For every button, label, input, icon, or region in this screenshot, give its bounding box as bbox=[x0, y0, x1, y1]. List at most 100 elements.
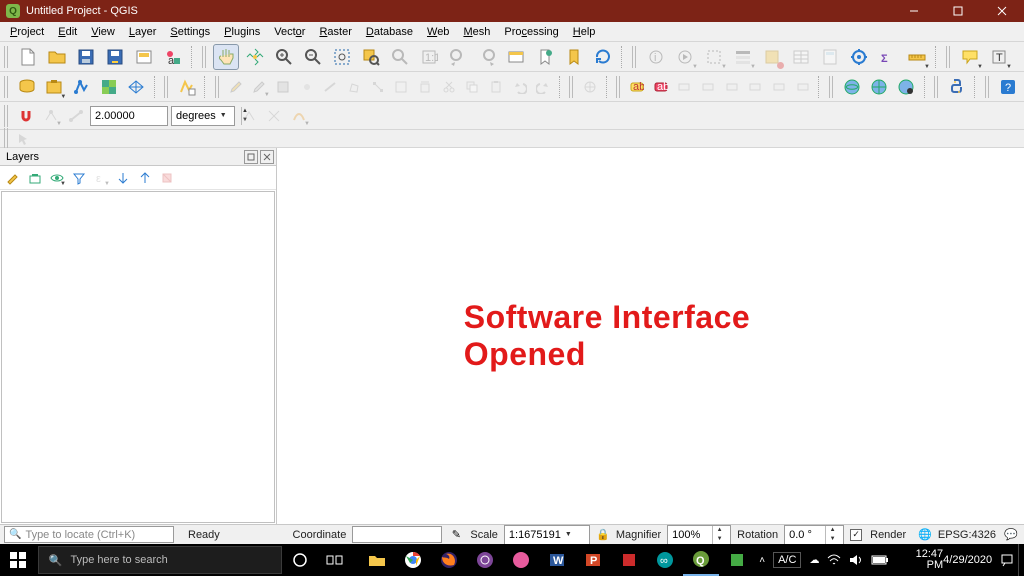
map-tips-button[interactable]: ▼ bbox=[957, 44, 983, 70]
snap-segment-button[interactable] bbox=[65, 105, 87, 127]
toolbar-handle[interactable] bbox=[569, 76, 575, 98]
app-powerpoint[interactable]: P bbox=[575, 544, 611, 576]
python-console-button[interactable] bbox=[945, 74, 969, 100]
enable-tracing-button[interactable]: ▼ bbox=[288, 105, 310, 127]
toolbar-handle[interactable] bbox=[4, 46, 10, 68]
cut-features-button[interactable] bbox=[438, 76, 459, 98]
new-geopackage-button[interactable]: ▼ bbox=[42, 74, 66, 100]
rotate-label-button[interactable] bbox=[769, 76, 790, 98]
redo-button[interactable] bbox=[533, 76, 554, 98]
highlight-pinlabels-button[interactable] bbox=[674, 76, 695, 98]
plugin-manage-button[interactable] bbox=[839, 74, 863, 100]
layer-styling-button[interactable] bbox=[4, 169, 22, 187]
add-polygon-button[interactable] bbox=[344, 76, 365, 98]
select-by-value-button[interactable]: ▼ bbox=[730, 44, 756, 70]
task-view-button[interactable] bbox=[317, 544, 353, 576]
messages-icon[interactable]: 💬 bbox=[1002, 528, 1020, 541]
vertex-tool-button[interactable] bbox=[367, 76, 388, 98]
enable-snapping-button[interactable] bbox=[15, 105, 37, 127]
zoom-to-selection-button[interactable] bbox=[358, 44, 384, 70]
visibility-button[interactable]: ▼ bbox=[48, 169, 66, 187]
app-explorer[interactable] bbox=[359, 544, 395, 576]
zoom-last-button[interactable] bbox=[445, 44, 471, 70]
tolerance-spin[interactable]: ▲▼ bbox=[90, 106, 168, 126]
show-bookmarks-button[interactable] bbox=[561, 44, 587, 70]
locator-search[interactable]: 🔍 Type to locate (Ctrl+K) bbox=[4, 526, 174, 543]
undock-panel-button[interactable] bbox=[244, 150, 258, 164]
toolbar-handle[interactable] bbox=[215, 76, 221, 98]
toolbar-handle[interactable] bbox=[934, 76, 940, 98]
rotation-input[interactable] bbox=[785, 526, 825, 544]
cortana-button[interactable] bbox=[282, 544, 318, 576]
start-button[interactable] bbox=[0, 544, 36, 576]
identify-button[interactable]: i bbox=[643, 44, 669, 70]
toolbar-handle[interactable] bbox=[4, 128, 10, 150]
add-mesh-button[interactable] bbox=[124, 74, 148, 100]
snap-vertex-button[interactable]: ▼ bbox=[40, 105, 62, 127]
tray-ac[interactable]: A/C bbox=[773, 552, 801, 568]
tray-notifications-icon[interactable] bbox=[996, 544, 1018, 576]
zoom-out-button[interactable] bbox=[300, 44, 326, 70]
new-project-button[interactable] bbox=[15, 44, 41, 70]
menu-edit[interactable]: Edit bbox=[52, 24, 83, 40]
measure-button[interactable]: ▼ bbox=[904, 44, 930, 70]
filter-legend-button[interactable] bbox=[70, 169, 88, 187]
coordinate-toggle-icon[interactable]: ✎ bbox=[448, 528, 464, 541]
zoom-native-button[interactable]: 1:1 bbox=[416, 44, 442, 70]
tray-battery-icon[interactable] bbox=[867, 544, 893, 576]
app-addon[interactable] bbox=[719, 544, 755, 576]
zoom-in-button[interactable] bbox=[271, 44, 297, 70]
diagram-toolbar-button[interactable]: abc bbox=[651, 76, 672, 98]
add-virtual-button[interactable] bbox=[175, 74, 199, 100]
add-line-button[interactable] bbox=[320, 76, 341, 98]
save-project-button[interactable] bbox=[73, 44, 99, 70]
save-edits-button[interactable] bbox=[273, 76, 294, 98]
scale-combo[interactable]: 1:1675191▼ bbox=[504, 525, 590, 545]
delete-selected-button[interactable] bbox=[415, 76, 436, 98]
app-red[interactable] bbox=[611, 544, 647, 576]
toolbar-handle[interactable] bbox=[985, 76, 991, 98]
menu-web[interactable]: Web bbox=[421, 24, 455, 40]
copy-features-button[interactable] bbox=[462, 76, 483, 98]
add-vector-button[interactable] bbox=[69, 74, 93, 100]
menu-database[interactable]: Database bbox=[360, 24, 419, 40]
taskbar-search[interactable]: 🔍 Type here to search bbox=[38, 546, 282, 574]
snap-intersection-button[interactable] bbox=[263, 105, 285, 127]
toolbar-handle[interactable] bbox=[4, 105, 10, 127]
magnifier-input[interactable] bbox=[668, 526, 712, 544]
text-annotation-button[interactable]: T▼ bbox=[986, 44, 1012, 70]
toolbar-handle[interactable] bbox=[4, 76, 10, 98]
toolbar-handle[interactable] bbox=[829, 76, 835, 98]
menu-mesh[interactable]: Mesh bbox=[457, 24, 496, 40]
add-point-button[interactable] bbox=[296, 76, 317, 98]
tray-wifi-icon[interactable] bbox=[823, 544, 845, 576]
zoom-next-button[interactable] bbox=[474, 44, 500, 70]
plugin-xyz-button[interactable] bbox=[894, 74, 918, 100]
collapse-all-button[interactable] bbox=[136, 169, 154, 187]
select-features-button[interactable]: ▼ bbox=[701, 44, 727, 70]
app-firefox[interactable] bbox=[431, 544, 467, 576]
menu-view[interactable]: View bbox=[85, 24, 121, 40]
tray-clock[interactable]: 12:47 PM 4/29/2020 bbox=[893, 544, 996, 576]
open-project-button[interactable] bbox=[44, 44, 70, 70]
rotation-spin[interactable]: ▲▼ bbox=[784, 525, 844, 545]
toggle-edits-button[interactable] bbox=[225, 76, 246, 98]
lock-scale-icon[interactable]: 🔒 bbox=[596, 528, 610, 541]
pin-labels-button[interactable] bbox=[698, 76, 719, 98]
refresh-button[interactable] bbox=[590, 44, 616, 70]
menu-vector[interactable]: Vector bbox=[268, 24, 311, 40]
field-calculator-button[interactable] bbox=[817, 44, 843, 70]
crs-icon[interactable]: 🌐 bbox=[918, 528, 932, 541]
attribute-table-button[interactable] bbox=[788, 44, 814, 70]
change-label-button[interactable] bbox=[792, 76, 813, 98]
minimize-button[interactable] bbox=[892, 0, 936, 22]
modify-attrs-button[interactable] bbox=[391, 76, 412, 98]
tray-overflow[interactable]: ˄ bbox=[755, 544, 769, 576]
menu-project[interactable]: Project bbox=[4, 24, 50, 40]
add-raster-button[interactable] bbox=[97, 74, 121, 100]
app-qgis[interactable]: Q bbox=[683, 544, 719, 576]
app-arduino[interactable]: ∞ bbox=[647, 544, 683, 576]
zoom-to-layer-button[interactable] bbox=[387, 44, 413, 70]
app-tor[interactable] bbox=[467, 544, 503, 576]
help-button[interactable]: ? bbox=[995, 74, 1019, 100]
